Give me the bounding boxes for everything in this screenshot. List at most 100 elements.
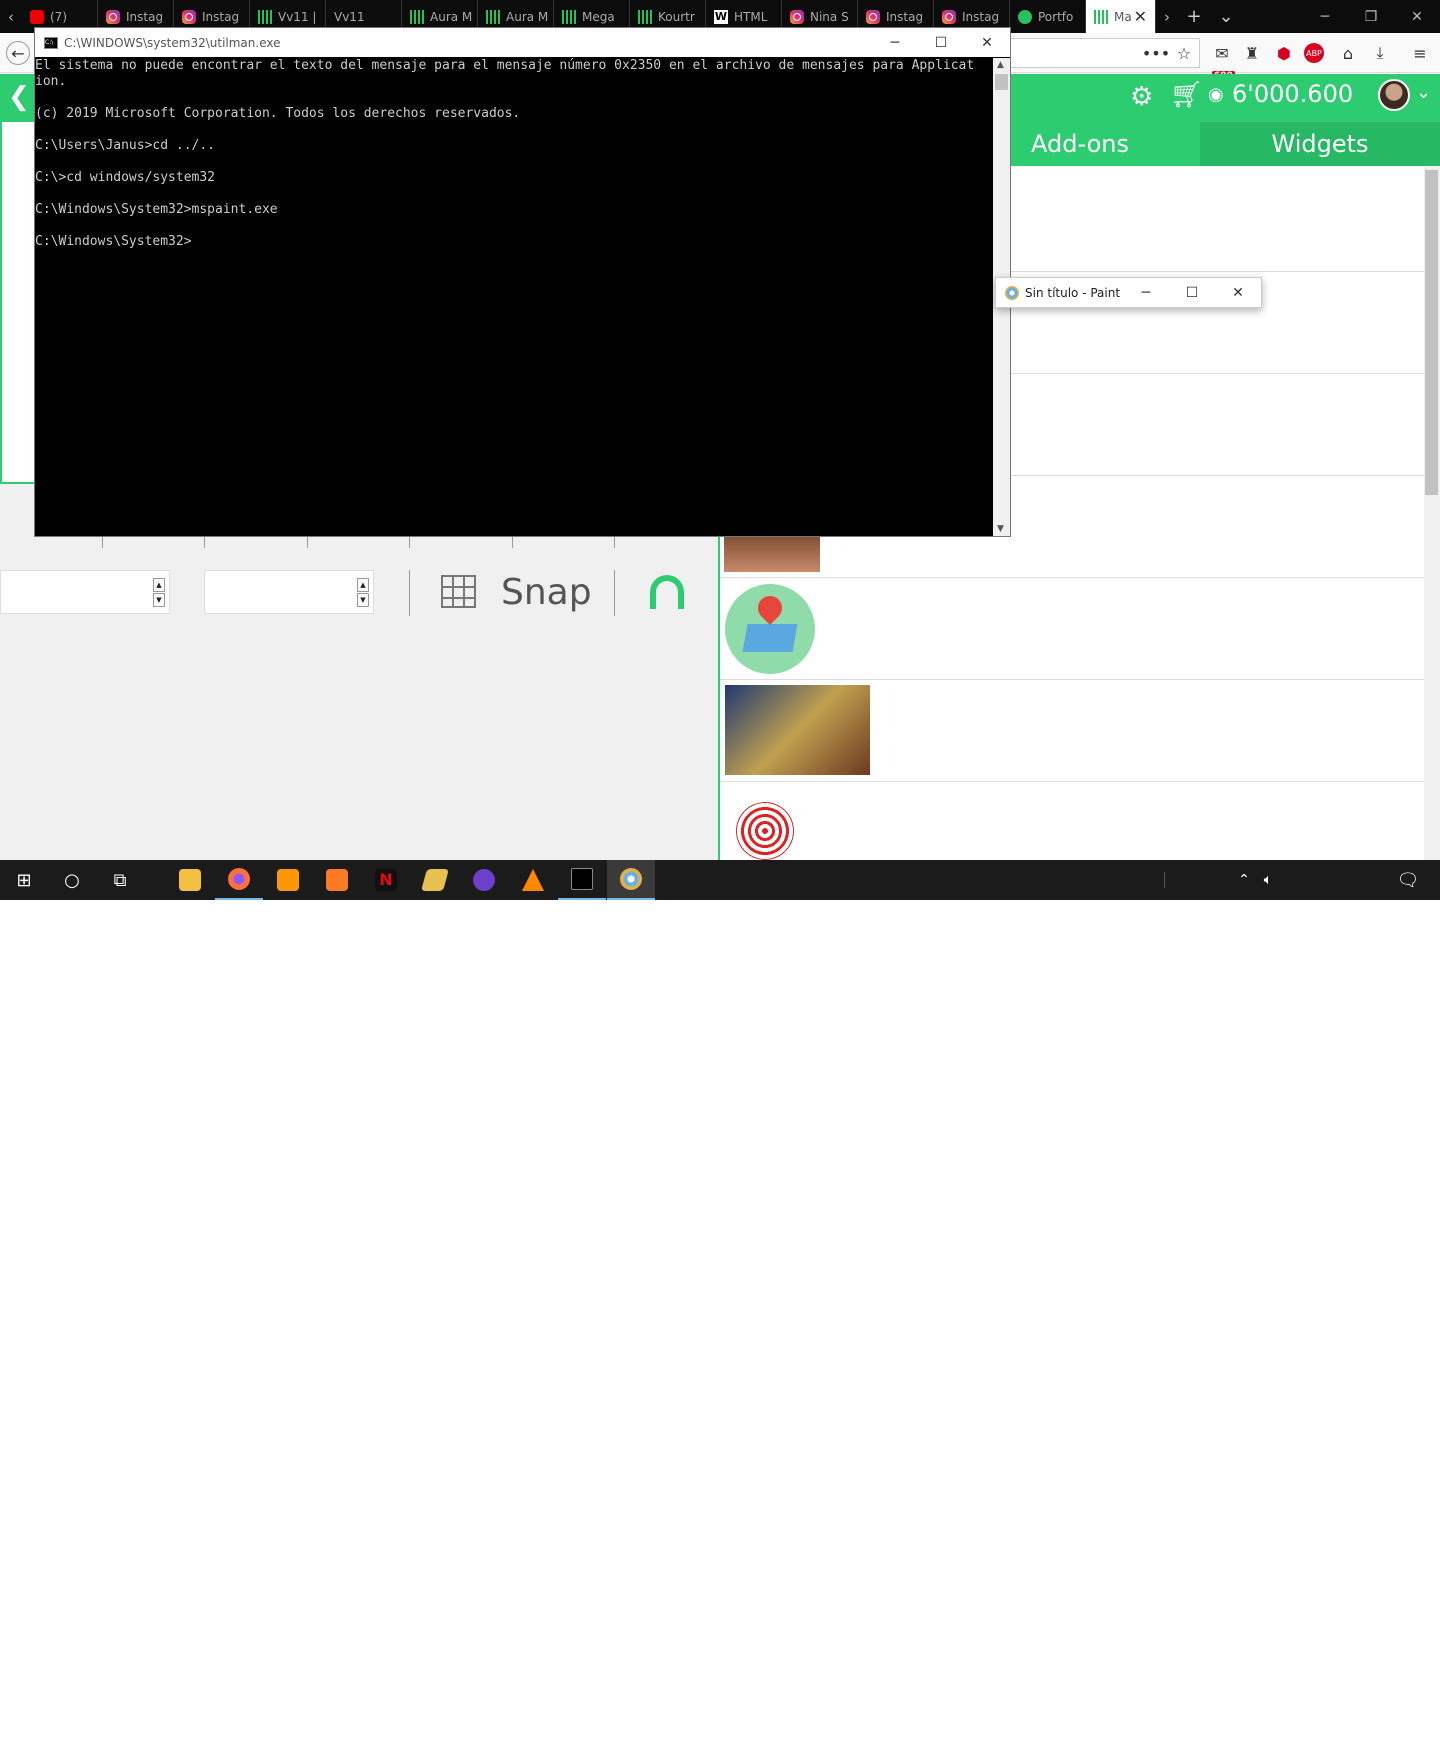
settings-gear-icon[interactable]: ⚙ xyxy=(1130,82,1153,112)
sublime-text-icon[interactable] xyxy=(264,860,312,900)
chevron-down-icon[interactable]: ⌄ xyxy=(1416,82,1431,103)
links-toolbar[interactable]: Vínculos xyxy=(1177,1732,1227,1746)
paint-title: Sin título - Paint xyxy=(1025,285,1121,300)
browser-tab-label: Instag xyxy=(202,9,240,24)
stepper-down-icon[interactable]: ▼ xyxy=(357,593,369,607)
wikipedia-icon: W xyxy=(714,9,728,24)
cmd-taskbar-icon[interactable] xyxy=(558,860,606,900)
avatar[interactable] xyxy=(1378,79,1410,111)
netflix-icon[interactable]: N xyxy=(362,860,410,900)
clock-time: 21:20 xyxy=(1334,1725,1370,1739)
browser-tab-label: Ma xyxy=(1114,9,1132,24)
instagram-icon xyxy=(790,9,804,24)
stepper-up-icon[interactable]: ▲ xyxy=(357,578,369,592)
downloads-icon[interactable]: ⤓ xyxy=(1368,41,1392,65)
clock-date: 01/05/2022 xyxy=(1322,1742,1392,1756)
browser-tab-label: Portfo xyxy=(1038,9,1074,24)
paint-window[interactable]: Sin título - Paint ─ ☐ ✕ xyxy=(995,277,1262,308)
console-scrollbar-thumb[interactable] xyxy=(995,74,1008,90)
console-line: ion. xyxy=(35,74,67,89)
app-back-arrow-icon[interactable]: ❮ xyxy=(8,82,30,112)
bars-icon xyxy=(562,9,576,24)
start-windows-icon[interactable]: ⊞ xyxy=(0,860,48,900)
instagram-icon xyxy=(182,9,196,24)
console-line: C:\Windows\System32>mspaint.exe xyxy=(35,202,278,217)
notifications-icon[interactable]: 🗨︎ xyxy=(1384,860,1432,900)
restore-browser-button[interactable]: ❐ xyxy=(1348,0,1394,33)
paint-minimize-button[interactable]: ─ xyxy=(1123,278,1169,308)
stepper-down-icon[interactable]: ▼ xyxy=(153,593,165,607)
stepper-up-icon[interactable]: ▲ xyxy=(153,578,165,592)
winamp-icon[interactable] xyxy=(411,860,459,900)
browser-tab-label: Instag xyxy=(886,9,924,24)
paint-taskbar-icon[interactable] xyxy=(607,860,655,900)
cart-icon[interactable]: 🛒︎ xyxy=(1170,80,1203,110)
back-icon[interactable]: ← xyxy=(6,41,30,65)
scroll-down-icon[interactable]: ▼ xyxy=(997,524,1004,534)
toolbar-separator xyxy=(409,570,410,616)
console-line: El sistema no puede encontrar el texto d… xyxy=(35,58,975,73)
bookmark-star-icon[interactable]: ☆ xyxy=(1172,41,1196,65)
tabs-scroll-right-icon[interactable]: › xyxy=(1156,0,1178,33)
balance-value: 6'000.600 xyxy=(1232,80,1354,108)
maximize-button[interactable]: ☐ xyxy=(918,28,964,57)
grid-icon[interactable] xyxy=(441,575,476,608)
minimize-browser-button[interactable]: ─ xyxy=(1302,0,1348,33)
console-icon: C:\ xyxy=(44,36,58,49)
vlc-icon[interactable] xyxy=(509,860,557,900)
app-tabs: Add-ons Widgets xyxy=(960,122,1440,166)
search-circle-icon[interactable]: ○ xyxy=(48,860,96,900)
paint-maximize-button[interactable]: ☐ xyxy=(1169,278,1215,308)
scroll-up-icon[interactable]: ▲ xyxy=(997,60,1004,70)
cmd-title: C:\WINDOWS\system32\utilman.exe xyxy=(64,35,281,50)
snap-label[interactable]: Snap xyxy=(501,572,592,613)
tab-list-chevron-icon[interactable]: ⌄ xyxy=(1210,0,1242,33)
tray-separator xyxy=(1164,872,1165,888)
browser-tab-label: Aura M xyxy=(506,9,549,24)
magnet-icon[interactable] xyxy=(650,575,684,609)
menu-hamburger-icon[interactable]: ≡ xyxy=(1408,41,1432,65)
new-tab-icon[interactable]: + xyxy=(1178,0,1210,33)
console-output[interactable]: El sistema no puede encontrar el texto d… xyxy=(35,58,995,536)
close-button[interactable]: ✕ xyxy=(964,28,1010,57)
browser-tab[interactable]: Ma ✕ xyxy=(1086,0,1156,33)
list-item[interactable] xyxy=(720,680,1424,782)
file-explorer-icon[interactable] xyxy=(166,860,214,900)
height-stepper[interactable]: ▲ ▼ xyxy=(204,570,374,614)
task-view-icon[interactable]: ⧉ xyxy=(96,860,144,900)
extension-reader-icon[interactable]: ♜ xyxy=(1240,41,1264,65)
extension-stop-icon[interactable]: ⬢ xyxy=(1272,41,1296,65)
paint-palette-icon xyxy=(1005,285,1019,300)
instagram-icon xyxy=(866,9,880,24)
tab-widgets[interactable]: Widgets xyxy=(1200,122,1440,166)
tabs-scroll-left-icon[interactable]: ‹ xyxy=(0,0,22,33)
firefox-icon[interactable] xyxy=(215,860,263,900)
page-actions-icon[interactable]: ••• xyxy=(1142,41,1170,65)
paint-close-button[interactable]: ✕ xyxy=(1215,278,1261,308)
language-indicator[interactable]: ESP xyxy=(1289,1732,1311,1746)
close-tab-icon[interactable]: ✕ xyxy=(1134,7,1147,26)
adblock-icon[interactable]: ABP xyxy=(1304,43,1324,63)
browser-tab-label: Nina S xyxy=(810,9,849,24)
instagram-icon xyxy=(942,9,956,24)
extension-megaphone-icon[interactable]: ✉ xyxy=(1210,41,1234,65)
volume-icon[interactable]: 🔈︎ xyxy=(1256,860,1280,900)
list-item[interactable] xyxy=(720,578,1424,680)
xampp-icon[interactable] xyxy=(313,860,361,900)
console-line: C:\Users\Janus>cd ../.. xyxy=(35,138,216,153)
minimize-button[interactable]: ─ xyxy=(872,28,918,57)
cmd-title-bar[interactable]: C:\ C:\WINDOWS\system32\utilman.exe ─ ☐ … xyxy=(35,28,1010,57)
close-browser-button[interactable]: ✕ xyxy=(1394,0,1440,33)
canvas-area[interactable] xyxy=(0,122,34,484)
page-scrollbar-thumb[interactable] xyxy=(1425,170,1438,495)
bars-icon xyxy=(1094,9,1108,24)
tray-chevron-up-icon[interactable]: ⌃ xyxy=(1232,860,1256,900)
width-stepper[interactable]: ▲ ▼ xyxy=(0,570,170,614)
clock[interactable]: 21:20 01/05/2022 xyxy=(1322,1724,1392,1758)
console-line: C:\Windows\System32> xyxy=(35,234,192,249)
github-icon[interactable] xyxy=(460,860,508,900)
home-icon[interactable]: ⌂ xyxy=(1336,41,1360,65)
browser-tab[interactable]: Portfo xyxy=(1010,0,1086,33)
